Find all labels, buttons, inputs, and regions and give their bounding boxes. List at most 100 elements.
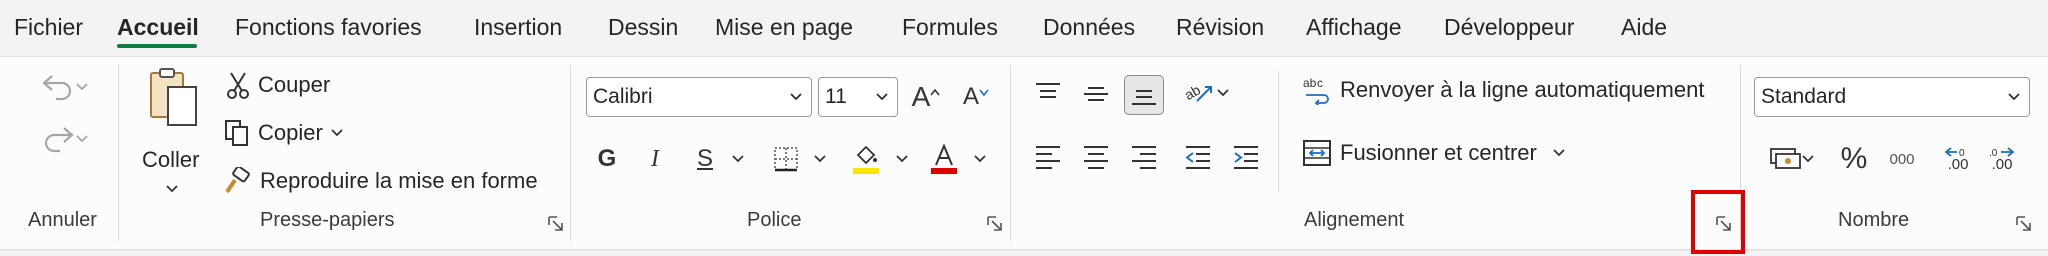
chevron-down-icon[interactable]: [732, 155, 744, 163]
increase-decimal-button[interactable]: 0 .00: [1938, 139, 1978, 179]
thousands-separator-button[interactable]: 000: [1878, 139, 1926, 179]
copy-icon: [225, 120, 248, 146]
align-bottom-icon: [1132, 90, 1156, 105]
increase-indent-button[interactable]: [1228, 139, 1264, 175]
increase-indent-icon: [1234, 146, 1258, 169]
accounting-format-button[interactable]: [1758, 139, 1824, 179]
align-left-button[interactable]: [1030, 139, 1066, 175]
shrink-font-letter: A: [962, 83, 979, 110]
scissors-icon: [227, 72, 249, 99]
tab-insertion[interactable]: Insertion: [474, 14, 562, 41]
chevron-down-icon: [1553, 149, 1565, 157]
align-bottom-button[interactable]: [1124, 75, 1164, 115]
group-label-annuler: Annuler: [28, 209, 97, 231]
percent-symbol: %: [1840, 142, 1868, 175]
grow-font-button[interactable]: A: [908, 77, 944, 117]
font-name-combobox[interactable]: Calibri: [586, 77, 812, 117]
copy-button[interactable]: Copier: [224, 119, 343, 147]
group-separator: [1010, 65, 1011, 241]
font-size-combobox[interactable]: 11: [818, 77, 898, 117]
chevron-down-icon[interactable]: [896, 155, 908, 163]
align-top-icon: [1036, 83, 1060, 98]
align-right-button[interactable]: [1126, 139, 1162, 175]
tab-revision[interactable]: Révision: [1176, 14, 1264, 41]
chevron-down-icon: [1802, 155, 1814, 163]
chevron-down-icon: [76, 135, 88, 143]
accounting-format-icon: [1770, 148, 1801, 169]
tab-formules[interactable]: Formules: [902, 14, 998, 41]
font-color-icon: [931, 143, 957, 174]
chevron-down-icon: [2008, 93, 2020, 101]
wrap-text-label: Renvoyer à la ligne automatiquement: [1340, 77, 1705, 102]
number-format-value: Standard: [1761, 85, 1847, 108]
align-right-icon: [1132, 146, 1156, 169]
tab-fichier[interactable]: Fichier: [14, 14, 83, 41]
borders-button[interactable]: [768, 139, 804, 179]
sub-separator: [1278, 71, 1279, 191]
thousands-symbol: 000: [1889, 150, 1915, 168]
tab-affichage[interactable]: Affichage: [1306, 14, 1401, 41]
merge-cells-icon: [1303, 140, 1331, 166]
align-left-icon: [1036, 146, 1060, 169]
bold-button[interactable]: G: [592, 139, 622, 179]
paint-bucket-icon: [853, 145, 879, 174]
dialog-launcher-icon[interactable]: [547, 215, 565, 233]
tab-donnees[interactable]: Données: [1043, 14, 1135, 41]
shrink-font-button[interactable]: A: [958, 77, 994, 117]
tab-fonctions-favories[interactable]: Fonctions favories: [235, 14, 422, 41]
align-middle-icon: [1084, 87, 1108, 101]
bold-letter: G: [597, 145, 617, 172]
group-label-alignement: Alignement: [1304, 209, 1405, 231]
decrease-decimal-text: .00: [1991, 156, 2013, 173]
number-format-combobox[interactable]: Standard: [1754, 77, 2030, 117]
tab-developpeur[interactable]: Développeur: [1444, 14, 1574, 41]
copy-label: Copier: [258, 120, 323, 145]
underline-button[interactable]: S: [690, 139, 720, 179]
font-color-button[interactable]: [926, 139, 962, 179]
redo-icon: [44, 127, 74, 153]
tab-mise-en-page[interactable]: Mise en page: [715, 14, 853, 41]
tab-aide[interactable]: Aide: [1621, 14, 1667, 41]
chevron-down-icon[interactable]: [974, 155, 986, 163]
align-center-icon: [1084, 146, 1108, 169]
merge-center-button[interactable]: Fusionner et centrer: [1302, 139, 1565, 167]
italic-button[interactable]: I: [640, 139, 670, 179]
paste-button[interactable]: Coller: [138, 67, 208, 207]
font-size-value: 11: [825, 85, 847, 108]
group-label-police: Police: [747, 209, 802, 231]
orientation-button[interactable]: ab: [1178, 75, 1234, 111]
chevron-down-icon: [1217, 89, 1229, 97]
group-separator: [118, 65, 119, 241]
ribbon-tabs: Fichier Accueil Fonctions favories Inser…: [0, 0, 2048, 56]
chevron-down-icon[interactable]: [814, 155, 826, 163]
highlight-annotation-box: [1691, 190, 1745, 254]
align-middle-button[interactable]: [1078, 75, 1114, 111]
wrap-text-icon: ab c: [1303, 76, 1329, 105]
percent-button[interactable]: %: [1834, 139, 1874, 179]
caret-down-icon: [979, 89, 989, 97]
format-painter-button[interactable]: Reproduire la mise en forme: [224, 167, 538, 195]
borders-icon: [774, 147, 798, 172]
decrease-indent-icon: [1185, 146, 1210, 169]
grow-font-letter: A: [911, 81, 931, 112]
chevron-down-icon: [876, 93, 888, 101]
align-top-button[interactable]: [1030, 75, 1066, 111]
group-label-presse-papiers: Presse-papiers: [260, 209, 395, 231]
chevron-down-icon: [166, 185, 178, 193]
wrap-text-button[interactable]: ab c Renvoyer à la ligne automatiquement: [1302, 75, 1704, 105]
cut-button[interactable]: Couper: [226, 71, 330, 99]
decrease-indent-button[interactable]: [1180, 139, 1216, 175]
increase-decimal-text: .00: [1947, 156, 1969, 173]
decrease-decimal-button[interactable]: .0 .00: [1982, 139, 2022, 179]
fill-color-button[interactable]: [848, 139, 884, 179]
dialog-launcher-icon[interactable]: [986, 215, 1004, 233]
align-center-button[interactable]: [1078, 139, 1114, 175]
tab-accueil[interactable]: Accueil: [117, 14, 199, 41]
dialog-launcher-icon[interactable]: [2015, 215, 2033, 233]
cut-label: Couper: [258, 72, 331, 97]
undo-button[interactable]: [34, 67, 94, 107]
redo-button[interactable]: [34, 119, 94, 159]
format-painter-label: Reproduire la mise en forme: [260, 168, 538, 193]
group-label-nombre: Nombre: [1838, 209, 1910, 231]
tab-dessin[interactable]: Dessin: [608, 14, 678, 41]
